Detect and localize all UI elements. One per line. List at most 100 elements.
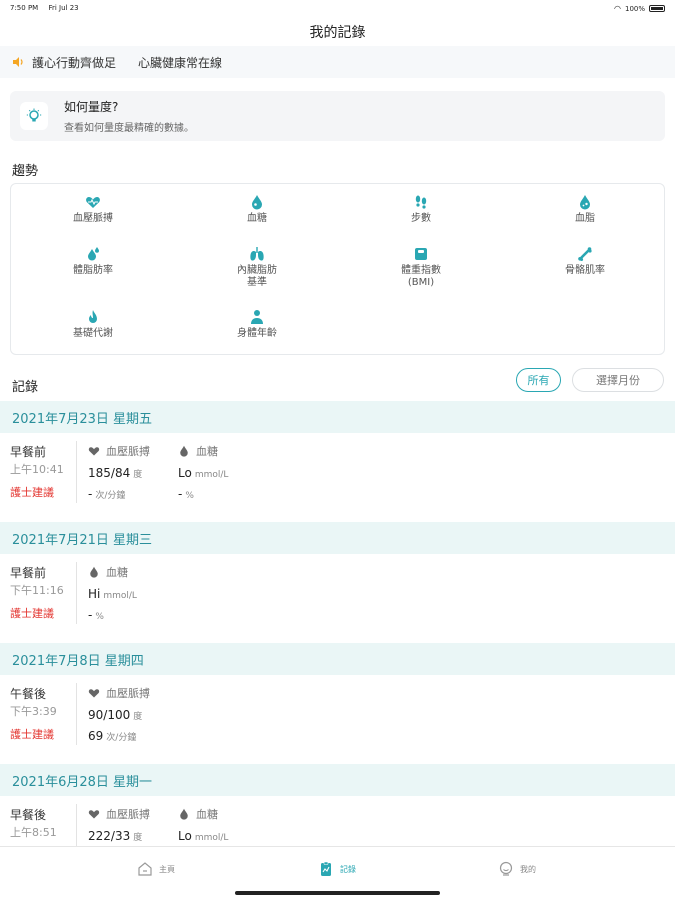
- home-icon: [138, 862, 152, 876]
- wifi-icon: ◠: [614, 4, 621, 13]
- record-entry[interactable]: 早餐後 上午8:51 血壓脈搏 222/33 度 血糖 Lo mmol/L: [0, 796, 675, 846]
- trends-card: 血壓脈搏 血糖 步數 血脂 體脂肪率 內臟脂肪 基準 體重指數 (BMI) 骨骼…: [10, 183, 665, 355]
- reading-value: -: [88, 608, 93, 622]
- reading-unit: %: [95, 612, 104, 622]
- record-divider: [76, 683, 77, 745]
- record-entry[interactable]: 早餐前 上午10:41 護士建議 血壓脈搏 185/84 度 - 次/分鐘 血糖 L…: [0, 433, 675, 521]
- record-meal: 早餐前: [10, 566, 47, 580]
- record-column-blood-sugar: 血糖 Lo mmol/L -%: [178, 443, 228, 501]
- bone-icon: [578, 247, 592, 261]
- trend-label: 體脂肪率: [73, 265, 113, 276]
- column-title: 血糖: [196, 808, 218, 821]
- lungs-icon: [250, 247, 264, 261]
- record-column-blood-sugar: 血糖 Lo mmol/L: [178, 806, 228, 843]
- record-entry[interactable]: 午餐後 下午3:39 護士建議 血壓脈搏 90/100 度 69 次/分鐘: [0, 675, 675, 763]
- tab-records[interactable]: 記錄: [318, 861, 356, 877]
- how-to-measure-subtitle: 查看如何量度最精確的數據。: [64, 123, 194, 134]
- trend-label: 血壓脈搏: [73, 213, 113, 224]
- reading-unit: 次/分鐘: [95, 491, 126, 501]
- column-title: 血糖: [196, 445, 218, 458]
- reading-value: Hi: [88, 587, 101, 601]
- reading-unit: mmol/L: [194, 470, 229, 480]
- page-title: 我的記錄: [309, 25, 366, 41]
- record-time: 上午10:41: [10, 463, 64, 476]
- tab-label: 記錄: [340, 864, 356, 874]
- record-column-blood-pressure: 血壓脈搏 185/84 度 - 次/分鐘: [88, 443, 150, 501]
- status-bar: 7:50 PM Fri Jul 23 ◠ 100%: [0, 0, 675, 18]
- announcement-text-2: 心臟健康常在線: [138, 55, 223, 70]
- status-time: 7:50 PM: [10, 4, 39, 12]
- record-time: 下午11:16: [10, 584, 64, 597]
- footsteps-icon: [415, 195, 427, 209]
- home-indicator: [235, 891, 440, 895]
- trend-label: 步數: [411, 213, 431, 224]
- person-icon: [251, 310, 263, 324]
- column-title: 血壓脈搏: [106, 445, 150, 458]
- nurse-advice-link[interactable]: 護士建議: [10, 726, 54, 742]
- record-date-header: 2021年7月21日 星期三: [0, 522, 675, 554]
- blood-drop-icon: [252, 195, 262, 210]
- records-title: 記錄: [12, 380, 39, 395]
- battery-percent: 100%: [624, 4, 645, 13]
- record-column-blood-sugar: 血糖 Hi mmol/L -%: [88, 564, 137, 622]
- trend-blood-pressure[interactable]: 血壓脈搏: [11, 194, 175, 225]
- trend-blood-sugar[interactable]: 血糖: [175, 194, 339, 225]
- lipid-drop-icon: [580, 195, 590, 210]
- reading-unit: mmol/L: [194, 833, 229, 843]
- trend-label: 血糖: [247, 213, 267, 224]
- trend-label: 骨骼肌率: [565, 265, 605, 276]
- tab-home[interactable]: 主頁: [137, 861, 175, 877]
- reading-unit: 度: [133, 712, 143, 722]
- reading-value: 90/100: [88, 708, 131, 722]
- record-meal: 早餐後: [10, 808, 47, 822]
- how-to-measure-card[interactable]: 如何量度? 查看如何量度最精確的數據。: [10, 91, 665, 141]
- heart-icon: [88, 689, 100, 698]
- column-title: 血壓脈搏: [106, 808, 150, 821]
- blood-drop-icon: [90, 566, 98, 578]
- heart-icon: [88, 447, 100, 456]
- heart-icon: [86, 197, 100, 208]
- reading-value: -: [178, 487, 183, 501]
- tab-label: 主頁: [159, 864, 175, 874]
- tab-mine[interactable]: 我的: [498, 861, 536, 877]
- clipboard-chart-icon: [321, 861, 331, 876]
- trend-steps[interactable]: 步數: [339, 194, 503, 225]
- column-title: 血壓脈搏: [106, 687, 150, 700]
- record-meal: 早餐前: [10, 445, 47, 459]
- reading-unit: %: [185, 491, 194, 501]
- trend-label: 身體年齡: [237, 328, 277, 339]
- battery-icon: [649, 5, 665, 12]
- reading-unit: mmol/L: [103, 591, 137, 601]
- scale-icon: [415, 248, 427, 260]
- trend-visceral-fat[interactable]: 內臟脂肪 基準: [175, 246, 339, 289]
- reading-unit: 次/分鐘: [106, 733, 137, 743]
- reading-value: Lo: [178, 466, 192, 480]
- record-divider: [76, 562, 77, 624]
- announcement-bar[interactable]: 護心行動齊做足 心臟健康常在線: [0, 46, 675, 78]
- record-date-header: 2021年7月23日 星期五: [0, 401, 675, 433]
- record-column-blood-pressure: 血壓脈搏 90/100 度 69 次/分鐘: [88, 685, 150, 743]
- trend-blood-lipid[interactable]: 血脂: [503, 194, 667, 225]
- filter-all-button[interactable]: 所有: [516, 368, 561, 392]
- record-divider: [76, 441, 77, 503]
- trend-label: 基礎代謝: [73, 328, 113, 339]
- announcement-text-1: 護心行動齊做足: [32, 55, 117, 70]
- lightbulb-icon: [20, 102, 48, 130]
- record-date-header: 2021年6月28日 星期一: [0, 764, 675, 796]
- how-to-measure-title: 如何量度?: [64, 100, 119, 114]
- trend-basal-metabolism[interactable]: 基礎代謝: [11, 309, 175, 340]
- select-month-button[interactable]: 選擇月份: [572, 368, 664, 392]
- reading-value: -: [88, 487, 93, 501]
- nurse-advice-link[interactable]: 護士建議: [10, 605, 54, 621]
- record-entry[interactable]: 早餐前 下午11:16 護士建議 血糖 Hi mmol/L -%: [0, 554, 675, 642]
- trend-skeletal-muscle[interactable]: 骨骼肌率: [503, 246, 667, 277]
- trends-title: 趨勢: [12, 164, 39, 179]
- status-date: Fri Jul 23: [48, 4, 79, 12]
- trend-bmi[interactable]: 體重指數 (BMI): [339, 246, 503, 289]
- reading-value: 69: [88, 729, 104, 743]
- flame-icon: [89, 310, 97, 323]
- trend-body-age[interactable]: 身體年齡: [175, 309, 339, 340]
- trend-body-fat[interactable]: 體脂肪率: [11, 246, 175, 277]
- nurse-advice-link[interactable]: 護士建議: [10, 484, 54, 500]
- record-date-header: 2021年7月8日 星期四: [0, 643, 675, 675]
